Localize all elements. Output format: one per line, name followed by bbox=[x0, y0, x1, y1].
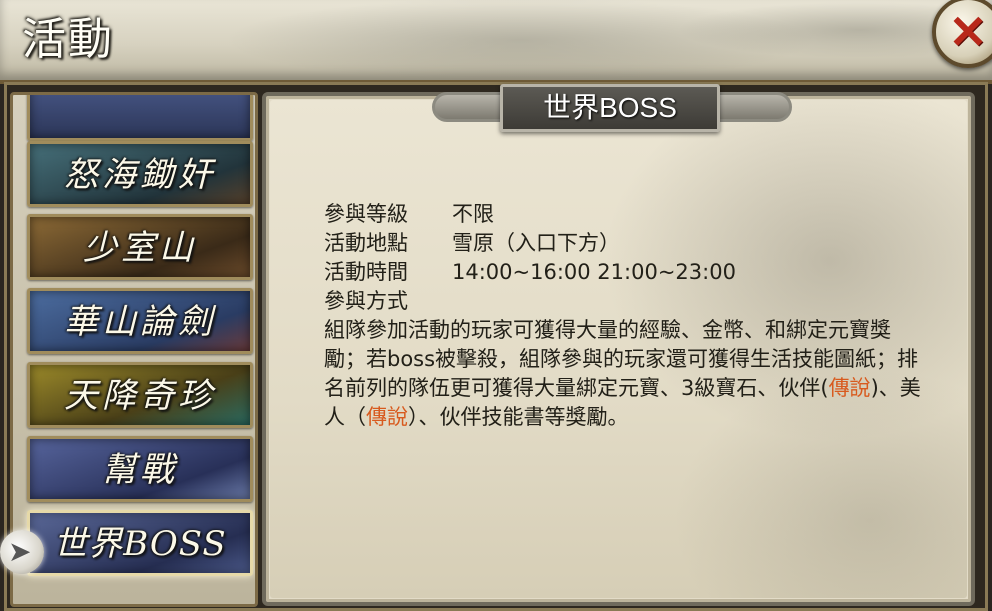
list-item-bangzhan[interactable]: 幫戰 bbox=[27, 436, 253, 502]
activity-list[interactable]: 怒海鋤奸 少室山 華山論劍 天降奇珍 幫戰 世界BOSS bbox=[10, 92, 258, 607]
level-row: 參與等級 不限 bbox=[324, 200, 924, 229]
level-label: 參與等級 bbox=[324, 202, 408, 226]
banner-ornament-left bbox=[432, 92, 508, 122]
level-value: 不限 bbox=[452, 202, 494, 226]
legend-highlight: 傳說 bbox=[828, 376, 871, 400]
page-title: 活動 bbox=[22, 14, 114, 65]
method-description: 組隊參加活動的玩家可獲得大量的經驗、金幣、和綁定元寶獎勵；若boss被擊殺，組隊… bbox=[324, 318, 921, 429]
list-item-label: 少室山 bbox=[83, 228, 197, 268]
list-item-label: 世界BOSS bbox=[53, 524, 227, 564]
list-item-label: 幫戰 bbox=[102, 450, 178, 490]
list-item-world-boss[interactable]: 世界BOSS bbox=[27, 510, 253, 576]
list-item-label: 天降奇珍 bbox=[64, 376, 216, 416]
list-item-tianjiang[interactable]: 天降奇珍 bbox=[27, 362, 253, 428]
top-header: 活動 ✕ bbox=[0, 0, 992, 84]
method-row: 參與方式 bbox=[324, 287, 924, 316]
close-icon: ✕ bbox=[948, 5, 988, 59]
close-button[interactable]: ✕ bbox=[932, 0, 992, 68]
panel-title-banner: 世界BOSS bbox=[500, 84, 720, 132]
list-item-shaoshi[interactable]: 少室山 bbox=[27, 214, 253, 280]
list-item-huashan[interactable]: 華山論劍 bbox=[27, 288, 253, 354]
list-item-partial[interactable] bbox=[27, 95, 253, 141]
list-item-label: 華山論劍 bbox=[64, 302, 216, 342]
activity-info: 參與等級 不限 活動地點 雪原（入口下方） 活動時間 14:00~16:00 21:0… bbox=[324, 200, 924, 432]
location-value: 雪原（入口下方） bbox=[452, 231, 620, 255]
method-label: 參與方式 bbox=[324, 289, 408, 313]
banner-ornament-right bbox=[716, 92, 792, 122]
legend-highlight: 傳說 bbox=[366, 405, 408, 429]
list-item-nuhai[interactable]: 怒海鋤奸 bbox=[27, 141, 253, 207]
time-label: 活動時間 bbox=[324, 260, 408, 284]
panel-title: 世界BOSS bbox=[543, 92, 677, 123]
location-row: 活動地點 雪原（入口下方） bbox=[324, 229, 924, 258]
time-row: 活動時間 14:00~16:00 21:00~23:00 bbox=[324, 258, 924, 287]
list-item-label: 怒海鋤奸 bbox=[64, 155, 216, 195]
location-label: 活動地點 bbox=[324, 231, 408, 255]
time-value: 14:00~16:00 21:00~23:00 bbox=[452, 260, 736, 284]
pointer-hand-icon: ➤ bbox=[0, 530, 44, 574]
